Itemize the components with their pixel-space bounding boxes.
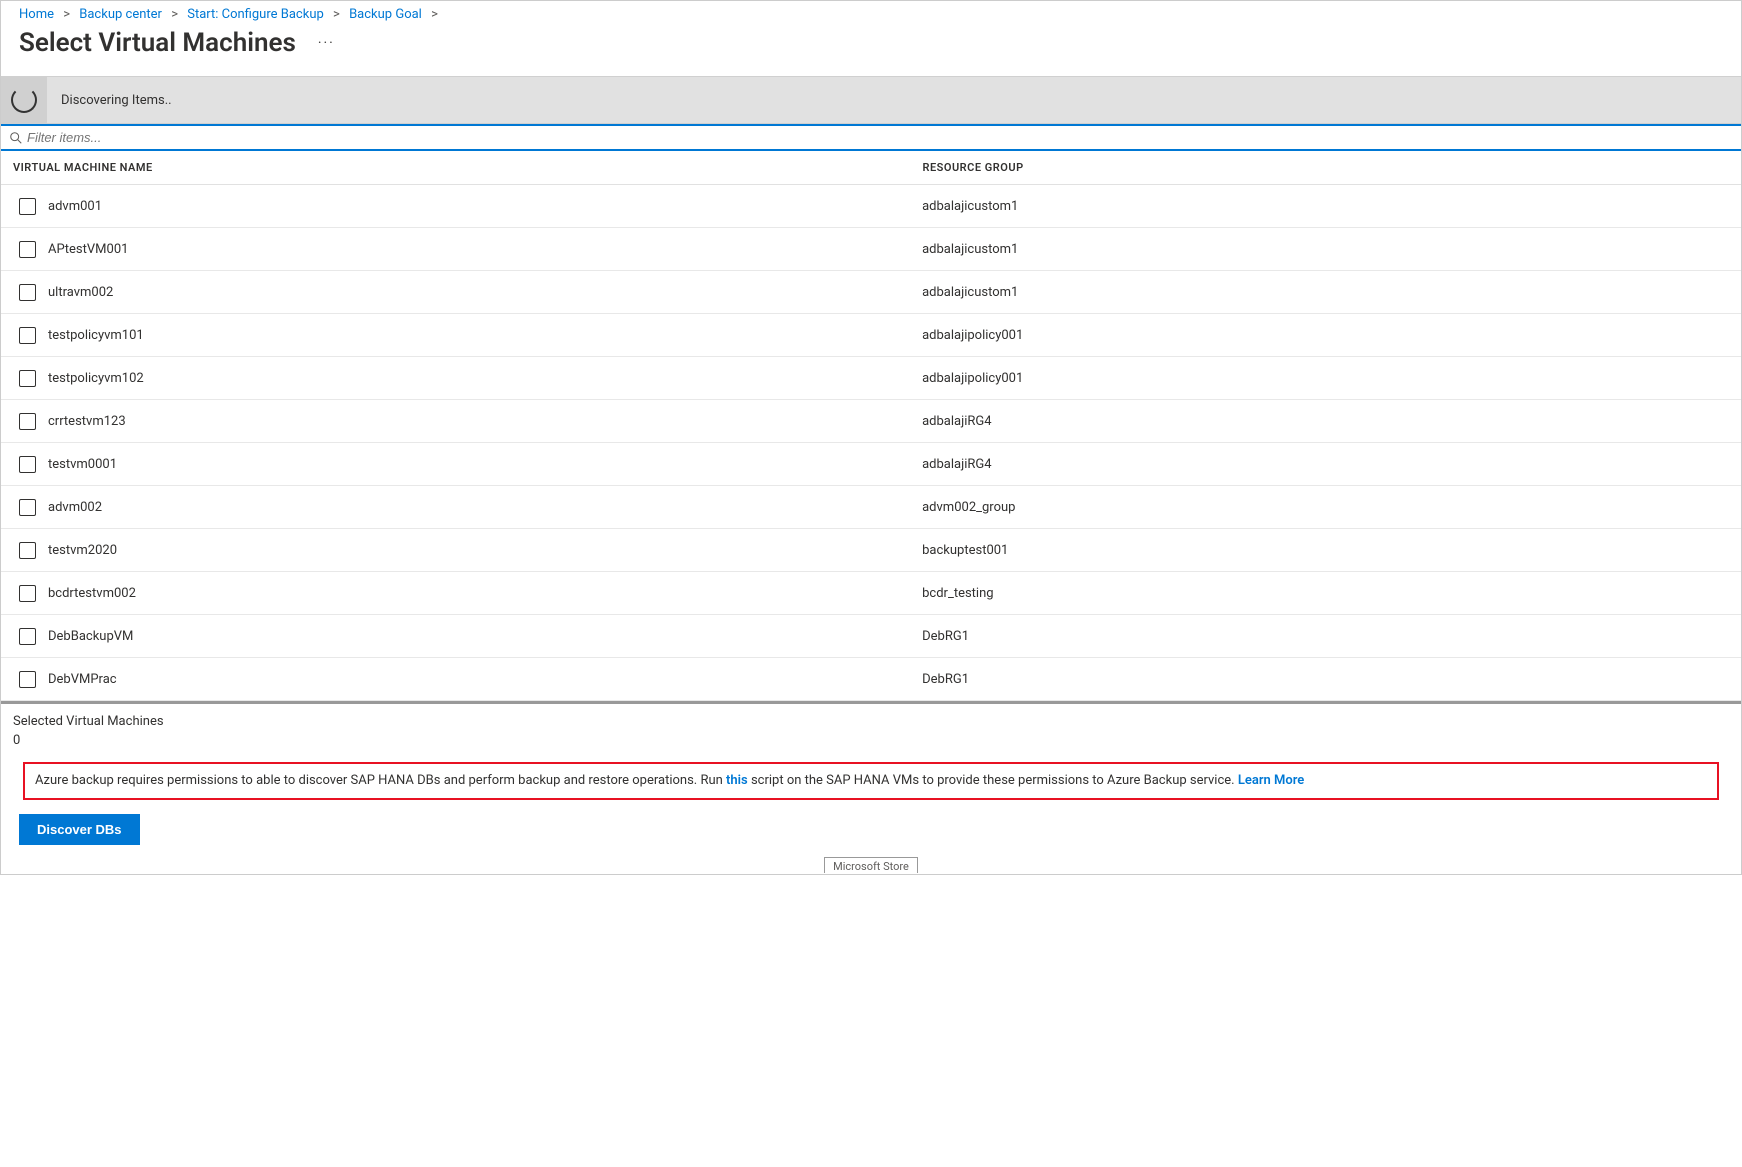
breadcrumb-backup-goal[interactable]: Backup Goal — [349, 7, 422, 22]
vm-name-cell: advm002 — [48, 500, 922, 515]
vm-name-cell: DebBackupVM — [48, 629, 922, 644]
table-row[interactable]: testvm0001adbalajiRG4 — [1, 443, 1741, 486]
vm-checkbox[interactable] — [19, 671, 36, 688]
resource-group-cell: adbalajicustom1 — [922, 242, 1723, 257]
table-body: advm001adbalajicustom1APtestVM001adbalaj… — [1, 185, 1741, 701]
table-row[interactable]: ultravm002adbalajicustom1 — [1, 271, 1741, 314]
table-row[interactable]: APtestVM001adbalajicustom1 — [1, 228, 1741, 271]
resource-group-cell: adbalajipolicy001 — [922, 328, 1723, 343]
vm-name-cell: advm001 — [48, 199, 922, 214]
status-text: Discovering Items.. — [61, 93, 172, 108]
resource-group-cell: adbalajicustom1 — [922, 285, 1723, 300]
vm-checkbox[interactable] — [19, 499, 36, 516]
loading-spinner-icon — [11, 87, 37, 113]
chevron-right-icon: > — [333, 7, 340, 22]
script-link[interactable]: this — [726, 773, 748, 788]
vm-name-cell: bcdrtestvm002 — [48, 586, 922, 601]
table-row[interactable]: DebBackupVMDebRG1 — [1, 615, 1741, 658]
resource-group-cell: adbalajicustom1 — [922, 199, 1723, 214]
table-row[interactable]: testvm2020backuptest001 — [1, 529, 1741, 572]
resource-group-cell: adbalajipolicy001 — [922, 371, 1723, 386]
taskbar-tooltip: Microsoft Store — [1, 857, 1741, 874]
vm-checkbox[interactable] — [19, 241, 36, 258]
info-text-middle: script on the SAP HANA VMs to provide th… — [748, 773, 1238, 788]
chevron-right-icon: > — [63, 7, 70, 22]
column-header-resource-group[interactable]: RESOURCE GROUP — [922, 161, 1729, 174]
info-text-prefix: Azure backup requires permissions to abl… — [35, 773, 726, 788]
table-row[interactable]: DebVMPracDebRG1 — [1, 658, 1741, 701]
vm-name-cell: crrtestvm123 — [48, 414, 922, 429]
learn-more-link[interactable]: Learn More — [1238, 773, 1304, 788]
page-title: Select Virtual Machines — [19, 28, 296, 58]
vm-checkbox[interactable] — [19, 628, 36, 645]
vm-name-cell: DebVMPrac — [48, 672, 922, 687]
footer: Selected Virtual Machines 0 Azure backup… — [1, 701, 1741, 814]
vm-checkbox[interactable] — [19, 456, 36, 473]
vm-checkbox[interactable] — [19, 585, 36, 602]
table-row[interactable]: advm001adbalajicustom1 — [1, 185, 1741, 228]
resource-group-cell: adbalajiRG4 — [922, 414, 1723, 429]
vm-name-cell: testpolicyvm102 — [48, 371, 922, 386]
vm-checkbox[interactable] — [19, 198, 36, 215]
status-bar: Discovering Items.. — [1, 76, 1741, 124]
breadcrumb: Home > Backup center > Start: Configure … — [1, 1, 1741, 28]
table-row[interactable]: advm002advm002_group — [1, 486, 1741, 529]
chevron-right-icon: > — [171, 7, 178, 22]
table-row[interactable]: testpolicyvm101adbalajipolicy001 — [1, 314, 1741, 357]
discover-dbs-button[interactable]: Discover DBs — [19, 814, 140, 845]
vm-checkbox[interactable] — [19, 284, 36, 301]
vm-checkbox[interactable] — [19, 370, 36, 387]
filter-row — [1, 124, 1741, 151]
selected-vms-count: 0 — [13, 733, 1729, 748]
taskbar-tooltip-text: Microsoft Store — [824, 857, 918, 873]
vm-checkbox[interactable] — [19, 413, 36, 430]
resource-group-cell: DebRG1 — [922, 672, 1723, 687]
search-icon — [9, 131, 23, 145]
resource-group-cell: advm002_group — [922, 500, 1723, 515]
filter-input[interactable] — [27, 130, 1733, 145]
vm-checkbox[interactable] — [19, 542, 36, 559]
selected-vms-label: Selected Virtual Machines — [13, 714, 1729, 729]
breadcrumb-configure-backup[interactable]: Start: Configure Backup — [187, 7, 324, 22]
vm-name-cell: testvm0001 — [48, 457, 922, 472]
table-row[interactable]: crrtestvm123adbalajiRG4 — [1, 400, 1741, 443]
vm-checkbox[interactable] — [19, 327, 36, 344]
breadcrumb-backup-center[interactable]: Backup center — [79, 7, 162, 22]
table-row[interactable]: bcdrtestvm002bcdr_testing — [1, 572, 1741, 615]
more-actions-button[interactable]: ··· — [318, 35, 335, 51]
resource-group-cell: backuptest001 — [922, 543, 1723, 558]
column-header-vm-name[interactable]: VIRTUAL MACHINE NAME — [13, 161, 922, 174]
vm-name-cell: testvm2020 — [48, 543, 922, 558]
vm-name-cell: testpolicyvm101 — [48, 328, 922, 343]
chevron-right-icon: > — [431, 7, 438, 22]
vm-name-cell: ultravm002 — [48, 285, 922, 300]
vm-name-cell: APtestVM001 — [48, 242, 922, 257]
table-header: VIRTUAL MACHINE NAME RESOURCE GROUP — [1, 151, 1741, 185]
resource-group-cell: DebRG1 — [922, 629, 1723, 644]
breadcrumb-home[interactable]: Home — [19, 7, 54, 22]
info-banner: Azure backup requires permissions to abl… — [23, 762, 1719, 800]
resource-group-cell: adbalajiRG4 — [922, 457, 1723, 472]
table-row[interactable]: testpolicyvm102adbalajipolicy001 — [1, 357, 1741, 400]
spinner-box — [1, 76, 47, 124]
resource-group-cell: bcdr_testing — [922, 586, 1723, 601]
